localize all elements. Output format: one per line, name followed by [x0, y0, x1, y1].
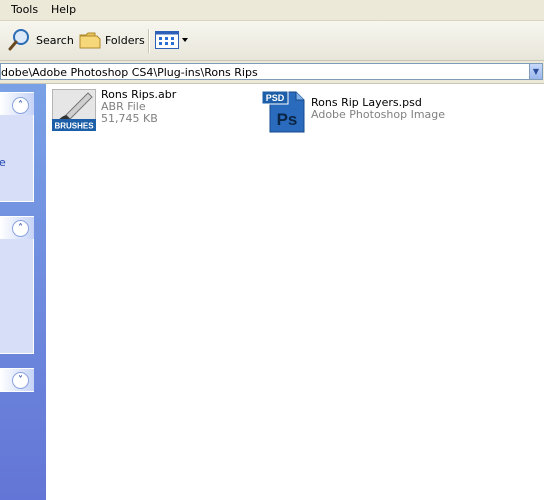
folders-label: Folders [105, 33, 145, 47]
file-list: BRUSHES Rons Rips.abr ABR File 51,745 KB… [47, 84, 544, 500]
file-meta: Rons Rip Layers.psd Adobe Photoshop Imag… [311, 97, 445, 133]
views-icon [155, 31, 179, 49]
address-path: dobe\Adobe Photoshop CS4\Plug-ins\Rons R… [1, 66, 258, 79]
toolbar: Search Folders [0, 21, 544, 61]
address-field[interactable]: dobe\Adobe Photoshop CS4\Plug-ins\Rons R… [0, 63, 543, 80]
task-link[interactable]: e [0, 156, 6, 169]
folders-icon [79, 32, 101, 49]
address-dropdown-button[interactable]: ▼ [529, 64, 542, 79]
toolbar-separator [148, 29, 150, 53]
task-pane: ˄ e ˄ ˅ [0, 84, 46, 500]
brushes-icon: BRUSHES [52, 89, 96, 131]
search-label: Search [36, 33, 74, 47]
views-button[interactable] [155, 27, 189, 53]
file-item[interactable]: PSD Ps Rons Rip Layers.psd Adobe Photosh… [262, 89, 445, 133]
file-type: Adobe Photoshop Image [311, 108, 446, 121]
ps-icon-text: Ps [277, 110, 298, 129]
photoshop-file-icon: PSD Ps [262, 90, 305, 133]
menu-tools[interactable]: Tools [11, 3, 38, 16]
file-item[interactable]: BRUSHES Rons Rips.abr ABR File 51,745 KB [52, 89, 176, 131]
menu-help[interactable]: Help [51, 3, 76, 16]
address-bar: dobe\Adobe Photoshop CS4\Plug-ins\Rons R… [0, 61, 544, 84]
file-size: 51,745 KB [101, 112, 158, 125]
brushes-icon-text: BRUSHES [54, 122, 94, 131]
task-panel-3: ˅ [0, 368, 34, 392]
menu-bar: Tools Help [0, 0, 544, 21]
task-panel-2: ˄ [0, 216, 34, 354]
folders-button[interactable]: Folders [79, 27, 145, 53]
chevron-down-icon: ▼ [532, 67, 540, 76]
chevron-down-icon [182, 38, 188, 42]
file-meta: Rons Rips.abr ABR File 51,745 KB [101, 89, 176, 131]
collapse-up-icon[interactable]: ˄ [12, 97, 29, 114]
collapse-up-icon[interactable]: ˄ [12, 220, 29, 237]
task-panel-1: ˄ e [0, 92, 34, 202]
search-icon [8, 29, 29, 51]
psd-badge-text: PSD [266, 93, 285, 103]
search-button[interactable]: Search [8, 27, 74, 53]
expand-down-icon[interactable]: ˅ [12, 372, 29, 389]
